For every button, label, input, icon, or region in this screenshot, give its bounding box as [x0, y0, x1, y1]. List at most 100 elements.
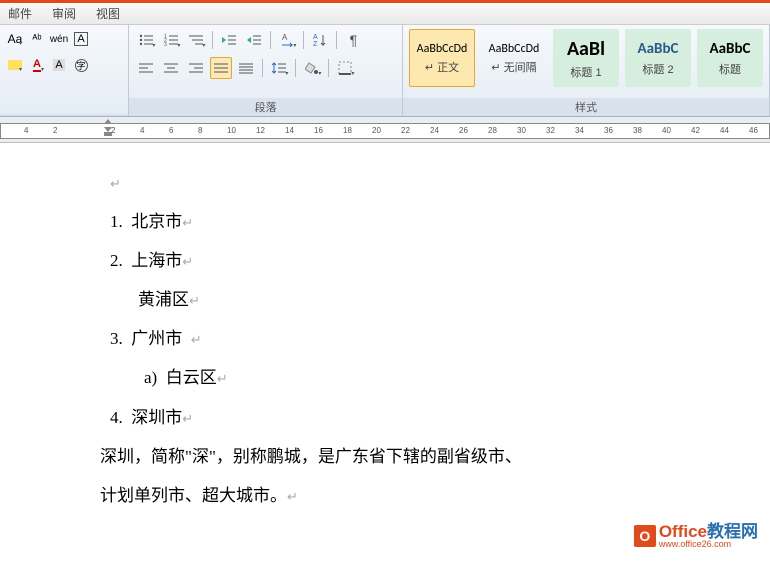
list-text: 上海市 [131, 251, 182, 270]
multilevel-list-button[interactable]: ▾ [185, 29, 207, 51]
watermark-title-2: 教程网 [707, 523, 758, 540]
style-item-4[interactable]: AaBbC 标题 [697, 29, 763, 87]
highlight-button[interactable]: ▾ [6, 55, 24, 75]
list-number: a) [144, 368, 157, 387]
ruler-tick: 2 [53, 126, 57, 135]
styles-group-label: 样式 [403, 98, 769, 116]
ruler-tick: 38 [633, 126, 642, 135]
list-text: 白云区 [166, 368, 217, 387]
phonetic-button[interactable]: wén [50, 29, 68, 49]
ruler-tick: 12 [256, 126, 265, 135]
style-preview: AaBbCcDd [489, 42, 540, 56]
ribbon: Aa▾ ᴬᵇ wén A ▾ A▾ A 字 ▾ 123▾ [0, 25, 770, 117]
style-name: 标题 [719, 61, 741, 77]
align-center-button[interactable] [160, 57, 182, 79]
menu-view[interactable]: 视图 [96, 5, 120, 22]
ruler-tick: 4 [24, 126, 28, 135]
style-preview: AaBbC [638, 40, 679, 58]
font-group-label [0, 114, 128, 116]
list-text: 深圳市 [131, 408, 182, 427]
watermark: O Office 教程网 www.office26.com [634, 523, 758, 549]
ruler[interactable]: 6 42 2 46 8 10 12 14 16 18 20 22 24 26 28 30 32 34 36 38 40 4… [0, 117, 770, 143]
watermark-logo-icon: O [634, 525, 656, 547]
enclose-char-button[interactable]: 字 [72, 55, 90, 75]
watermark-title-1: Office [659, 523, 707, 540]
ruler-tick: 44 [720, 126, 729, 135]
ruler-tick: 28 [488, 126, 497, 135]
numbering-button[interactable]: 123▾ [160, 29, 182, 51]
style-item-3[interactable]: AaBbC 标题 2 [625, 29, 691, 87]
sort-button[interactable]: AZ [309, 29, 331, 51]
char-border-button[interactable]: A [72, 29, 90, 49]
ruler-tick: 40 [662, 126, 671, 135]
ruler-tick: 24 [430, 126, 439, 135]
indent-marker[interactable] [104, 119, 113, 137]
ruler-tick: 8 [198, 126, 202, 135]
style-preview: AaBbC [710, 40, 751, 58]
ruler-tick: 16 [314, 126, 323, 135]
menu-bar: 邮件 审阅 视图 [0, 3, 770, 25]
style-preview: AaBbCcDd [417, 42, 468, 56]
style-item-0[interactable]: AaBbCcDd ↵ 正文 [409, 29, 475, 87]
show-marks-button[interactable]: ¶ [342, 29, 364, 51]
align-distribute-button[interactable] [235, 57, 257, 79]
bullets-button[interactable]: ▾ [135, 29, 157, 51]
text-direction-button[interactable]: A▾ [276, 29, 298, 51]
style-item-1[interactable]: AaBbCcDd ↵ 无间隔 [481, 29, 547, 87]
ruler-tick: 42 [691, 126, 700, 135]
char-shading-button[interactable]: A [50, 55, 68, 75]
svg-text:3: 3 [164, 42, 167, 46]
list-text: 广州市 [131, 329, 182, 348]
ruler-tick: 46 [749, 126, 758, 135]
body-text: 计划单列市、超大城市。 [100, 486, 287, 505]
align-left-button[interactable] [135, 57, 157, 79]
menu-mail[interactable]: 邮件 [8, 5, 32, 22]
list-text: 北京市 [131, 212, 182, 231]
ruler-tick: 30 [517, 126, 526, 135]
style-name: 标题 1 [570, 64, 601, 80]
svg-text:A: A [282, 33, 288, 42]
list-number: 1. [110, 212, 123, 231]
document-area[interactable]: ↵ 1. 北京市↵ 2. 上海市↵ 黄浦区↵ 3. 广州市 ↵ a) 白云区↵ … [0, 143, 770, 515]
style-preview: AaBl [567, 37, 605, 61]
ruler-tick: 32 [546, 126, 555, 135]
list-number: 3. [110, 329, 123, 348]
paragraph-mark: ↵ [110, 176, 121, 191]
style-name: ↵ 正文 [425, 59, 459, 75]
body-text: 深圳，简称"深"，别称鹏城，是广东省下辖的副省级市、 [100, 447, 522, 466]
paragraph-group-label: 段落 [129, 98, 402, 116]
align-right-button[interactable] [185, 57, 207, 79]
font-color-button[interactable]: A▾ [28, 55, 46, 75]
style-name: ↵ 无间隔 [491, 59, 536, 75]
ruler-tick: 10 [227, 126, 236, 135]
ruler-tick: 36 [604, 126, 613, 135]
ribbon-group-font: Aa▾ ᴬᵇ wén A ▾ A▾ A 字 [0, 25, 129, 116]
borders-button[interactable]: ▾ [334, 57, 356, 79]
style-name: 标题 2 [642, 61, 673, 77]
ruler-tick: 14 [285, 126, 294, 135]
svg-text:Z: Z [313, 41, 318, 47]
ruler-tick: 34 [575, 126, 584, 135]
menu-review[interactable]: 审阅 [52, 5, 76, 22]
shading-button[interactable]: ▾ [301, 57, 323, 79]
style-item-2[interactable]: AaBl 标题 1 [553, 29, 619, 87]
ruler-tick: 6 [169, 126, 173, 135]
watermark-url: www.office26.com [659, 540, 758, 549]
ribbon-group-styles: AaBbCcDd ↵ 正文 AaBbCcDd ↵ 无间隔 AaBl 标题 1 AaBbC 标题… [403, 25, 770, 116]
ribbon-group-paragraph: ▾ 123▾ ▾ A▾ AZ ¶ [129, 25, 403, 116]
increase-indent-button[interactable] [243, 29, 265, 51]
ruler-tick: 20 [372, 126, 381, 135]
ruler-tick: 22 [401, 126, 410, 135]
svg-text:A: A [313, 34, 318, 41]
ruler-tick: 4 [140, 126, 144, 135]
list-text: 黄浦区 [138, 290, 189, 309]
ruler-tick: 26 [459, 126, 468, 135]
line-spacing-button[interactable]: ▾ [268, 57, 290, 79]
ruler-tick: 18 [343, 126, 352, 135]
decrease-indent-button[interactable] [218, 29, 240, 51]
grow-font-button[interactable]: Aa▾ [6, 29, 24, 49]
align-justify-button[interactable] [210, 57, 232, 79]
list-number: 4. [110, 408, 123, 427]
change-case-button[interactable]: ᴬᵇ [28, 29, 46, 49]
list-number: 2. [110, 251, 123, 270]
